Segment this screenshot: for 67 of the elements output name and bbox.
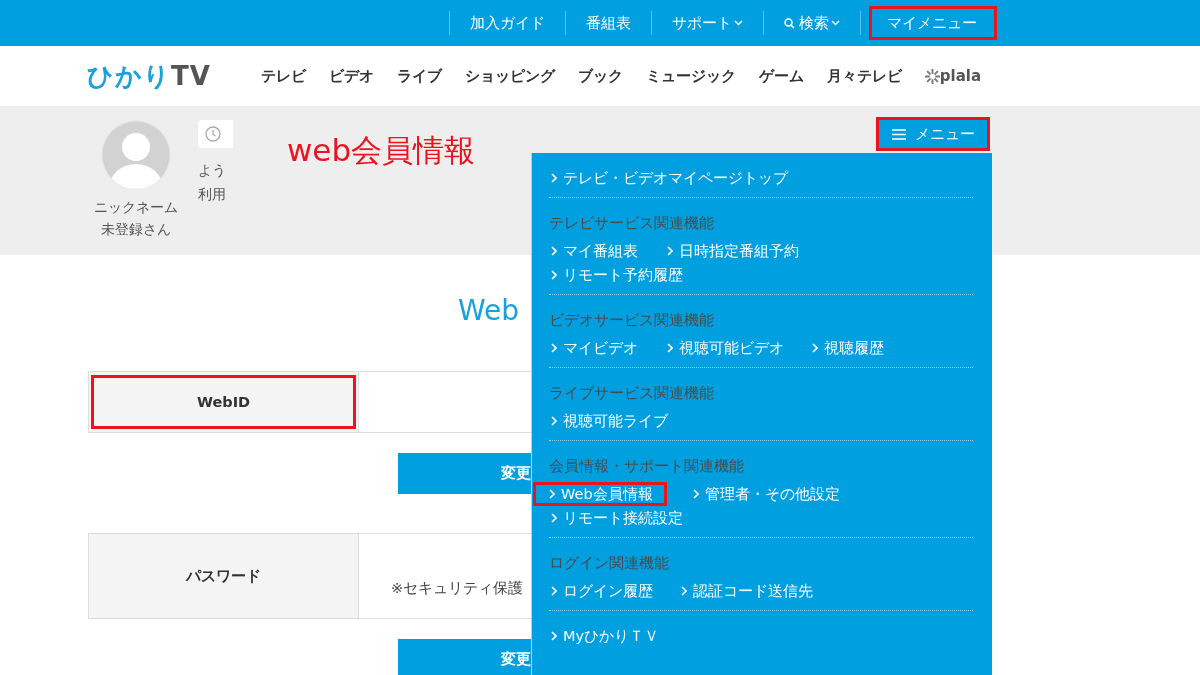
chevron-icon: [551, 631, 557, 641]
chevron-icon: [551, 343, 557, 353]
caret-icon: [831, 20, 840, 26]
top-nav-link[interactable]: 番組表: [566, 6, 651, 40]
chevron-icon: [551, 270, 557, 280]
menu-item[interactable]: 視聴可能ビデオ: [665, 336, 786, 360]
chevron-icon: [812, 343, 818, 353]
menu-item[interactable]: リモート予約履歴: [549, 263, 685, 287]
menu-button[interactable]: メニュー: [876, 117, 990, 151]
menu-item[interactable]: マイ番組表: [549, 239, 641, 263]
section-heading: 会員情報・サポート関連機能: [549, 457, 745, 476]
top-nav-link[interactable]: サポート: [652, 6, 763, 40]
nav-link[interactable]: ブック: [577, 66, 623, 86]
annotation-title: web会員情報: [287, 131, 476, 170]
nav-link[interactable]: ショッピング: [464, 66, 555, 86]
menu-item[interactable]: ログイン履歴: [549, 579, 655, 603]
nav-link[interactable]: ビデオ: [328, 66, 374, 86]
menu-item[interactable]: 視聴可能ライブ: [549, 409, 670, 433]
chevron-icon: [551, 513, 557, 523]
chevron-icon: [551, 586, 557, 596]
chevron-icon: [692, 489, 699, 499]
menu-icon: [891, 128, 906, 140]
section-heading: テレビサービス関連機能: [549, 214, 715, 233]
change-button[interactable]: 変更: [398, 639, 531, 675]
menu-item[interactable]: マイビデオ: [549, 336, 641, 360]
menu-item[interactable]: Web会員情報: [533, 482, 667, 506]
nav-link[interactable]: ゲーム: [758, 66, 804, 86]
section-heading: ログイン関連機能: [549, 554, 670, 573]
page-title: Web: [458, 293, 521, 329]
nickname-text: 未登録さん: [99, 220, 172, 239]
menu-item[interactable]: 視聴履歴: [810, 336, 902, 360]
chevron-icon: [549, 489, 555, 499]
avatar-icon: [100, 120, 171, 190]
change-button[interactable]: 変更: [398, 453, 531, 494]
nav-link[interactable]: テレビ: [260, 66, 306, 86]
nav-link[interactable]: 月々テレビ: [826, 66, 902, 86]
menu-item[interactable]: 管理者・その他設定: [690, 482, 842, 506]
sunburst-icon: [924, 68, 940, 84]
menu-item[interactable]: 日時指定番組予約: [665, 239, 801, 263]
chevron-icon: [667, 343, 673, 353]
top-nav-link[interactable]: 加入ガイド: [450, 6, 565, 40]
field-label: パスワード: [88, 534, 359, 618]
menu-item[interactable]: MyひかりＴＶ: [549, 624, 662, 648]
section-heading: ビデオサービス関連機能: [549, 311, 715, 330]
top-nav-link[interactable]: マイメニュー: [869, 6, 997, 40]
menu-item[interactable]: テレビ・ビデオマイページトップ: [549, 166, 790, 190]
chevron-icon: [681, 586, 687, 596]
chevron-icon: [551, 246, 557, 256]
welcome-text: 利用: [198, 185, 227, 204]
menu-item[interactable]: 認証コード送信先: [679, 579, 815, 603]
nav-link[interactable]: ライブ: [396, 66, 442, 86]
partner-logo[interactable]: plala: [939, 67, 982, 85]
nav-link[interactable]: ミュージック: [645, 66, 736, 86]
welcome-text: よう: [198, 161, 227, 180]
search-icon: [784, 17, 795, 29]
field-value: ※セキュリティ保護: [391, 579, 524, 598]
nickname-text: ニックネーム: [93, 198, 178, 217]
chevron-icon: [667, 246, 673, 256]
menu-item[interactable]: リモート接続設定: [549, 506, 685, 530]
chevron-icon: [551, 416, 557, 426]
field-label: WebID: [88, 372, 359, 432]
chevron-icon: [551, 173, 557, 183]
top-nav-link[interactable]: 検索: [764, 6, 860, 40]
clock-icon: [205, 126, 221, 142]
section-heading: ライブサービス関連機能: [549, 384, 715, 403]
logo[interactable]: ひかり TV: [87, 58, 211, 94]
caret-icon: [734, 20, 743, 26]
